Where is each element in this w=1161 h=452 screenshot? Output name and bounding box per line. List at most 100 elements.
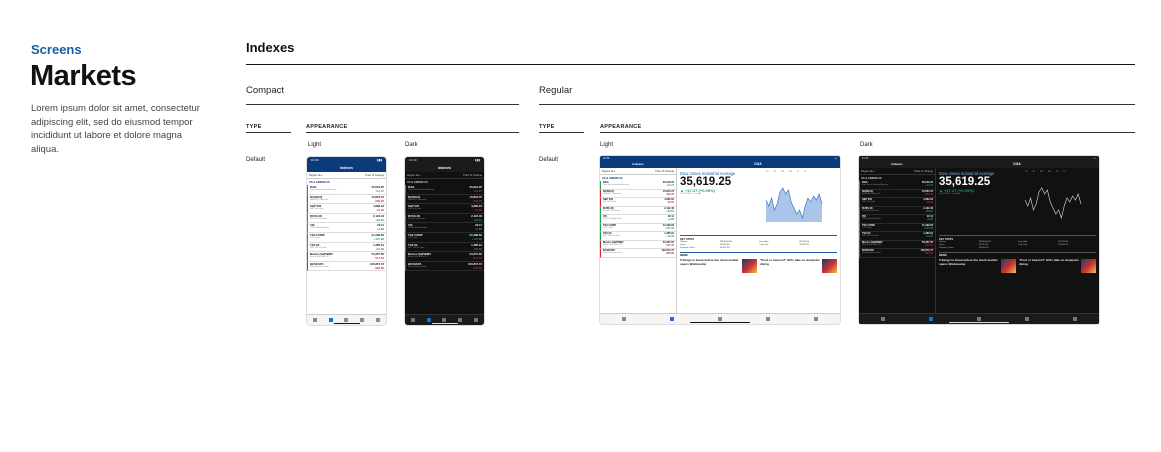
filter-all[interactable]: ALL	[611, 170, 616, 173]
news-card[interactable]: 5 things to know before the stock market…	[939, 258, 1016, 273]
index-row[interactable]: TSX 60 S&P TSX 60 Index 1,285.91 +10.36	[307, 242, 386, 253]
nav-title[interactable]: Indexes	[405, 163, 484, 172]
filter-region[interactable]: Region	[309, 174, 317, 177]
tab-watchlist-icon[interactable]	[718, 317, 722, 321]
index-row[interactable]: TSX COMP TSX Comp 21,298.63 +127.96	[405, 232, 484, 243]
filter-all[interactable]: ALL	[870, 170, 875, 173]
index-row[interactable]: TSX 60 S&P TSX 60 Index 1,285.91 +10.36	[600, 232, 676, 241]
range-tab[interactable]: 1M	[1040, 171, 1043, 173]
filter-price[interactable]: Price	[463, 174, 469, 177]
range-tab[interactable]: 1D	[766, 171, 769, 173]
filter-region[interactable]: Region	[407, 174, 415, 177]
tab-home-icon[interactable]	[410, 318, 415, 322]
tab-markets-icon[interactable]	[426, 318, 431, 322]
tab-video-icon[interactable]	[766, 317, 770, 321]
index-row[interactable]: TSX COMP TSX Comp 21,298.63 +127.96	[859, 223, 935, 232]
filter-price[interactable]: Price	[655, 170, 661, 173]
index-row[interactable]: BOVESPA Brazil Bovespa Index 106,872.73 -99…	[307, 261, 386, 272]
index-row[interactable]: S&P 500 S&P 500 Index 4,682.94 -15.02	[307, 204, 386, 214]
tab-markets-icon[interactable]	[328, 318, 333, 322]
index-row[interactable]: BOVESPA Brazil Bovespa Index 106,872.73 -99…	[405, 261, 484, 272]
nav-title[interactable]: Indexes	[859, 160, 935, 168]
index-change: +26.81	[473, 217, 482, 222]
index-row[interactable]: TSX COMP TSX Comp 21,298.63 +127.96	[307, 232, 386, 243]
tab-home-icon[interactable]	[622, 317, 626, 321]
stat-label: Previous Close	[939, 247, 954, 249]
index-row[interactable]: BOVESPA Brazil Bovespa Index 106,872.73 -99…	[859, 249, 935, 258]
filter-price[interactable]: Price	[914, 170, 920, 173]
index-row[interactable]: S&P 500 S&P 500 Index 4,682.94 -15.02	[600, 198, 676, 207]
index-change: -995.85	[924, 252, 933, 255]
index-row[interactable]: RUSS 2K Russell 2000 Index 2,122.46 +26.81	[600, 206, 676, 215]
filter-change[interactable]: % Change	[662, 170, 674, 173]
tab-listen-icon[interactable]	[814, 317, 818, 321]
tab-listen-icon[interactable]	[1073, 317, 1077, 321]
range-tab[interactable]: 1M	[781, 171, 784, 173]
index-row[interactable]: TSX COMP TSX Comp 21,298.63 +127.96	[600, 223, 676, 232]
tab-video-icon[interactable]	[458, 318, 463, 322]
index-row[interactable]: DJIA Dow Jones Industrial Average 35,619.2…	[405, 185, 484, 195]
tab-markets-icon[interactable]	[929, 317, 933, 321]
index-row[interactable]: Mexico S&P/BMV Mexico S&P/BMV IPC 53,357.6…	[405, 252, 484, 262]
index-row[interactable]: RUSS 2K Russell 2000 Index 2,122.46 +26.81	[405, 213, 484, 224]
filter-region[interactable]: Region	[861, 170, 869, 173]
news-headline[interactable]: 5 things to know before the stock market…	[939, 258, 999, 273]
index-row[interactable]: VIX CBOE Volatility Index 22.11 +2.86	[859, 215, 935, 224]
filter-all[interactable]: ALL	[318, 174, 323, 177]
index-row[interactable]: Mexico S&P/BMV Mexico S&P/BMV IPC 53,357.6…	[307, 252, 386, 262]
tab-watchlist-icon[interactable]	[977, 317, 981, 321]
range-tab[interactable]: 3M	[1048, 171, 1051, 173]
range-tab[interactable]: 5D	[774, 171, 777, 173]
filter-price[interactable]: Price	[365, 174, 371, 177]
index-row[interactable]: VIX CBOE Volatility Index 22.11 +2.86	[307, 223, 386, 233]
index-row[interactable]: VIX CBOE Volatility Index 22.11 +2.86	[600, 215, 676, 224]
news-card[interactable]: 5 things to know before the stock market…	[680, 258, 757, 273]
tab-listen-icon[interactable]	[474, 318, 479, 322]
index-row[interactable]: Mexico S&P/BMV Mexico S&P/BMV IPC 53,357.6…	[600, 240, 676, 249]
index-row[interactable]: RUSS 2K Russell 2000 Index 2,122.46 +26.81	[859, 206, 935, 215]
index-row[interactable]: DJIA Dow Jones Industrial Average 35,619.2…	[859, 181, 935, 190]
index-row[interactable]: NASDAQ NASDAQ Composite 15,854.76 -202.20	[307, 194, 386, 205]
range-tab[interactable]: 1D	[1025, 171, 1028, 173]
index-row[interactable]: RUSS 2K Russell 2000 Index 2,122.46 +26.81	[307, 213, 386, 224]
news-card[interactable]: 'Trust or treason?' Hill's take on dumps…	[1019, 258, 1096, 273]
index-row[interactable]: DJIA Dow Jones Industrial Average 35,619.2…	[307, 185, 386, 195]
news-card[interactable]: 'Trust or treason?' Hill's take on dumps…	[760, 258, 837, 273]
index-row[interactable]: TSX 60 S&P TSX 60 Index 1,285.91 +10.36	[405, 242, 484, 253]
range-tab[interactable]: 5Y	[804, 171, 806, 173]
news-headline[interactable]: 5 things to know before the stock market…	[680, 258, 740, 273]
tab-watchlist-icon[interactable]	[344, 318, 349, 322]
index-row[interactable]: BOVESPA Brazil Bovespa Index 106,872.73 -99…	[600, 249, 676, 258]
index-row[interactable]: Mexico S&P/BMV Mexico S&P/BMV IPC 53,357.6…	[859, 240, 935, 249]
filter-all[interactable]: ALL	[416, 174, 421, 177]
index-row[interactable]: TSX 60 S&P TSX 60 Index 1,285.91 +10.36	[859, 232, 935, 241]
tab-watchlist-icon[interactable]	[442, 318, 447, 322]
tab-markets-icon[interactable]	[670, 317, 674, 321]
index-row[interactable]: VIX CBOE Volatility Index 22.11 +2.86	[405, 223, 484, 233]
tab-home-icon[interactable]	[312, 318, 317, 322]
range-tab[interactable]: 5D	[1033, 171, 1036, 173]
range-tab[interactable]: 3M	[789, 171, 792, 173]
index-row[interactable]: NASDAQ NASDAQ Composite 15,854.76 -202.20	[600, 189, 676, 198]
tab-listen-icon[interactable]	[376, 318, 381, 322]
range-tab[interactable]: 1Y	[797, 171, 799, 173]
news-headline[interactable]: 'Trust or treason?' Hill's take on dumps…	[760, 258, 820, 273]
tab-video-icon[interactable]	[360, 318, 365, 322]
range-tab[interactable]: 5Y	[1063, 171, 1065, 173]
news-headline[interactable]: 'Trust or treason?' Hill's take on dumps…	[1019, 258, 1079, 273]
nav-title[interactable]: Indexes	[600, 160, 676, 168]
range-tab[interactable]: 1Y	[1056, 171, 1058, 173]
nav-title[interactable]: Indexes	[307, 163, 386, 172]
index-row[interactable]: DJIA Dow Jones Industrial Average 35,619.2…	[600, 181, 676, 190]
index-row[interactable]: S&P 500 S&P 500 Index 4,682.94 -15.02	[859, 198, 935, 207]
index-change: +10.36	[473, 246, 482, 251]
filter-region[interactable]: Region	[602, 170, 610, 173]
filter-change[interactable]: % Change	[372, 174, 384, 177]
tab-home-icon[interactable]	[881, 317, 885, 321]
index-row[interactable]: NASDAQ NASDAQ Composite 15,854.76 -202.20	[859, 189, 935, 198]
index-row[interactable]: S&P 500 S&P 500 Index 4,682.94 -15.02	[405, 204, 484, 214]
filter-change[interactable]: % Change	[921, 170, 933, 173]
tab-video-icon[interactable]	[1025, 317, 1029, 321]
filter-change[interactable]: % Change	[470, 174, 482, 177]
index-row[interactable]: NASDAQ NASDAQ Composite 15,854.76 -202.20	[405, 194, 484, 205]
